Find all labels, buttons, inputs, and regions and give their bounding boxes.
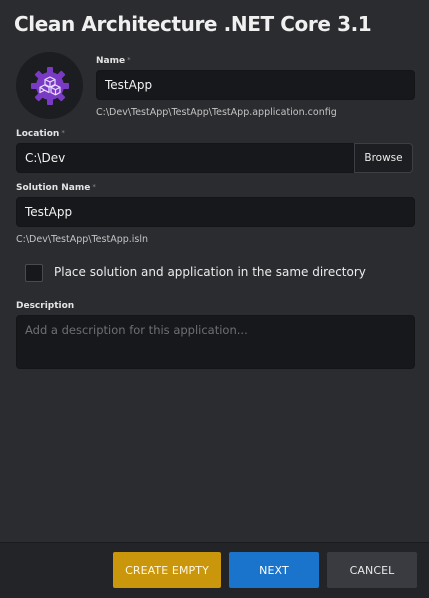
next-button[interactable]: NEXT bbox=[229, 552, 319, 588]
name-label: Name * bbox=[96, 56, 131, 66]
browse-button[interactable]: Browse bbox=[354, 143, 413, 173]
name-label-text: Name bbox=[96, 56, 126, 66]
location-required-mark: * bbox=[61, 129, 65, 137]
same-directory-label[interactable]: Place solution and application in the sa… bbox=[54, 265, 366, 279]
location-label: Location * bbox=[16, 129, 65, 139]
solution-name-label: Solution Name * bbox=[16, 183, 96, 193]
name-input[interactable]: TestApp bbox=[96, 70, 415, 100]
solution-name-label-text: Solution Name bbox=[16, 183, 91, 193]
solution-name-required-mark: * bbox=[92, 183, 96, 191]
new-application-dialog: Clean Architecture .NET Core 3.1 Name * … bbox=[0, 0, 429, 598]
purple-gear-cube-icon bbox=[30, 66, 69, 105]
create-empty-button[interactable]: CREATE EMPTY bbox=[113, 552, 221, 588]
solution-name-input[interactable]: TestApp bbox=[16, 197, 415, 227]
same-directory-checkbox[interactable] bbox=[25, 264, 43, 282]
description-label: Description bbox=[16, 301, 75, 311]
solution-file-path: C:\Dev\TestApp\TestApp.isln bbox=[16, 234, 149, 245]
location-input[interactable]: C:\Dev bbox=[16, 143, 354, 173]
name-required-mark: * bbox=[127, 56, 131, 64]
application-config-path: C:\Dev\TestApp\TestApp\TestApp.applicati… bbox=[96, 107, 337, 118]
description-textarea[interactable]: Add a description for this application..… bbox=[16, 315, 415, 369]
location-label-text: Location bbox=[16, 129, 60, 139]
cancel-button[interactable]: CANCEL bbox=[327, 552, 417, 588]
application-icon-avatar[interactable] bbox=[16, 52, 83, 119]
dialog-title: Clean Architecture .NET Core 3.1 bbox=[14, 12, 372, 36]
